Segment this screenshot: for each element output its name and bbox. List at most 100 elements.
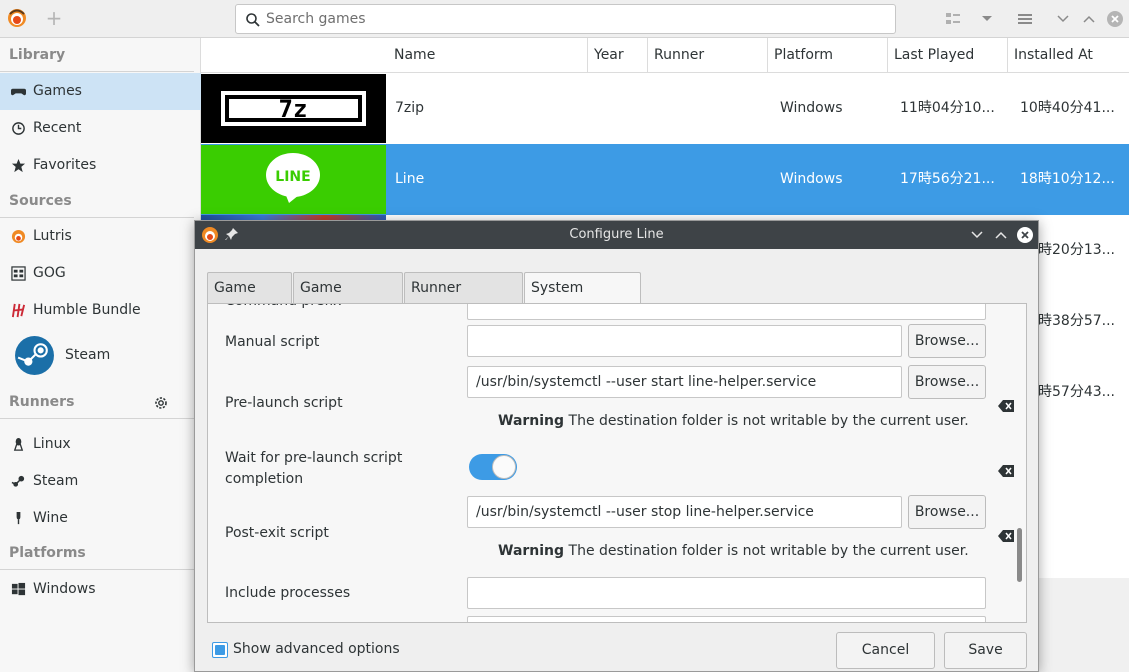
sidebar-item-wine[interactable]: Wine xyxy=(0,500,201,537)
search-input[interactable] xyxy=(266,7,886,31)
tab-game-options[interactable]: Game options xyxy=(293,272,403,326)
post-exit-script-input[interactable]: /usr/bin/systemctl --user stop line-help… xyxy=(467,496,902,528)
maximize-icon[interactable] xyxy=(1079,9,1099,29)
close-window-icon[interactable] xyxy=(1105,9,1125,29)
sidebar-item-label: Favorites xyxy=(33,157,97,173)
column-header-runner[interactable]: Runner xyxy=(648,38,768,73)
dialog-minimize-icon[interactable] xyxy=(968,226,986,244)
post-exit-browse-button[interactable]: Browse... xyxy=(908,495,986,529)
steam-logo-icon xyxy=(15,336,54,375)
sidebar-item-favorites[interactable]: Favorites xyxy=(0,147,201,184)
view-dropdown-icon[interactable] xyxy=(977,9,997,29)
view-toggle-icon[interactable] xyxy=(943,9,963,29)
sidebar-item-steam-runner[interactable]: Steam xyxy=(0,463,201,500)
minimize-icon[interactable] xyxy=(1053,9,1073,29)
sidebar-section-sources: Sources xyxy=(0,184,194,218)
sidebar-item-steam-source[interactable]: Steam xyxy=(0,329,201,381)
partial-installed-at: 時38分57... xyxy=(1038,313,1115,329)
lutris-icon xyxy=(11,229,26,244)
game-platform: Windows xyxy=(780,171,843,187)
column-header-name[interactable]: Name xyxy=(388,38,588,73)
game-platform: Windows xyxy=(780,100,843,116)
sidebar-item-label: GOG xyxy=(33,265,66,281)
clear-icon[interactable] xyxy=(998,400,1014,412)
windows-icon xyxy=(11,582,26,596)
sidebar-item-label: Steam xyxy=(65,347,111,363)
gear-icon[interactable] xyxy=(153,395,169,411)
configure-dialog: Configure Line Game info Game options Ru… xyxy=(194,220,1039,672)
sidebar-item-label: Steam xyxy=(33,473,79,489)
thumb-line-text: LINE xyxy=(275,169,310,185)
command-prefix-label: Command prefix xyxy=(225,304,341,312)
game-row-selected[interactable]: LINE Line Windows 17時56分21... 18時10分12..… xyxy=(201,144,1129,215)
sidebar-item-gog[interactable]: GOG xyxy=(0,255,201,292)
sidebar-item-linux[interactable]: Linux xyxy=(0,426,201,463)
post-exit-warning: Warning The destination folder is not wr… xyxy=(498,541,969,561)
list-empty-area xyxy=(1038,578,1129,672)
show-advanced-label[interactable]: Show advanced options xyxy=(233,639,400,659)
sidebar-item-label: Lutris xyxy=(33,228,72,244)
partial-installed-at: 時57分43... xyxy=(1038,384,1115,400)
game-thumbnail-line: LINE xyxy=(201,145,386,214)
header-bar: + xyxy=(0,0,1129,38)
sidebar-section-platforms: Platforms xyxy=(0,536,194,570)
include-processes-input[interactable] xyxy=(467,577,986,609)
command-prefix-input[interactable] xyxy=(467,304,986,320)
sidebar-item-games[interactable]: Games xyxy=(0,73,201,110)
switch-knob xyxy=(492,455,516,479)
sidebar-item-label: Linux xyxy=(33,436,71,452)
gamepad-icon xyxy=(11,88,26,96)
game-row[interactable]: 7z 7zip Windows 11時04分10... 10時40分41... xyxy=(201,73,1129,144)
linux-tux-icon xyxy=(13,437,24,451)
manual-script-browse-button[interactable]: Browse... xyxy=(908,324,986,358)
wait-pre-launch-label: Wait for pre-launch script completion xyxy=(225,450,403,487)
add-game-icon[interactable]: + xyxy=(44,8,64,30)
include-processes-label: Include processes xyxy=(225,585,351,601)
humble-bundle-icon xyxy=(11,303,26,318)
menu-icon[interactable] xyxy=(1015,9,1035,29)
warning-text: The destination folder is not writable b… xyxy=(568,543,969,559)
sidebar: Library Games Recent Favorites Sources L… xyxy=(0,38,201,672)
warning-strong: Warning xyxy=(498,543,565,559)
game-installed-at: 10時40分41... xyxy=(1020,100,1115,116)
game-list-header: Name Year Runner Platform Last Played In… xyxy=(201,38,1129,73)
tab-system-options[interactable]: System options xyxy=(524,272,641,326)
sidebar-item-label: Humble Bundle xyxy=(33,302,141,318)
sidebar-item-recent[interactable]: Recent xyxy=(0,110,201,147)
star-icon xyxy=(11,158,26,173)
sidebar-item-label: Wine xyxy=(33,510,68,526)
game-installed-at: 18時10分12... xyxy=(1020,171,1115,187)
game-thumbnail-7zip: 7z xyxy=(201,74,386,143)
wait-pre-launch-switch[interactable] xyxy=(469,454,517,480)
next-field-input[interactable] xyxy=(467,616,986,622)
sidebar-item-label: Windows xyxy=(33,581,96,597)
clear-icon[interactable] xyxy=(998,465,1014,477)
search-box[interactable] xyxy=(235,4,896,34)
panel-scrollbar[interactable] xyxy=(1017,528,1022,582)
column-header-last-played[interactable]: Last Played xyxy=(888,38,1008,73)
wine-glass-icon xyxy=(16,511,21,525)
sidebar-item-label: Recent xyxy=(33,120,82,136)
sidebar-item-humble-bundle[interactable]: Humble Bundle xyxy=(0,292,201,329)
manual-script-input[interactable] xyxy=(467,325,902,357)
pre-launch-browse-button[interactable]: Browse... xyxy=(908,365,986,399)
show-advanced-checkbox[interactable] xyxy=(212,642,228,658)
cancel-button[interactable]: Cancel xyxy=(836,632,935,669)
dialog-maximize-icon[interactable] xyxy=(992,226,1010,244)
lutris-logo-icon xyxy=(8,9,26,27)
column-header-year[interactable]: Year xyxy=(588,38,648,73)
column-header-platform[interactable]: Platform xyxy=(768,38,888,73)
clear-icon[interactable] xyxy=(998,530,1014,542)
tab-game-info[interactable]: Game info xyxy=(207,272,292,326)
sidebar-item-label: Games xyxy=(33,83,82,99)
search-icon xyxy=(246,13,260,27)
sidebar-item-lutris[interactable]: Lutris xyxy=(0,218,201,255)
pre-launch-script-input[interactable]: /usr/bin/systemctl --user start line-hel… xyxy=(467,366,902,398)
tab-runner-options[interactable]: Runner options xyxy=(404,272,523,326)
save-button[interactable]: Save xyxy=(944,632,1027,669)
sidebar-item-windows[interactable]: Windows xyxy=(0,571,201,608)
column-header-installed-at[interactable]: Installed At xyxy=(1008,38,1129,73)
clock-icon xyxy=(12,122,25,135)
dialog-close-icon[interactable] xyxy=(1016,226,1034,244)
steam-icon xyxy=(11,475,25,487)
